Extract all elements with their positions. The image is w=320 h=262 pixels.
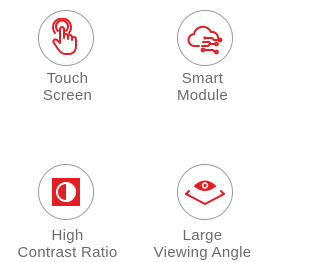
touch-hand-icon [52,18,77,55]
contrast-icon [52,178,80,206]
icon-circle [177,164,233,220]
cloud-network-icon [187,25,223,55]
label-line-2: Viewing Angle [153,244,252,261]
label-line-2: Module [177,87,228,104]
feature-label: Large Viewing Angle [135,227,270,261]
feature-large-viewing-angle: Large Viewing Angle [135,131,270,262]
feature-label: Touch Screen [0,70,135,104]
feature-label: Smart Module [135,70,270,104]
feature-high-contrast-ratio: High Contrast Ratio [0,131,135,262]
feature-touch-screen: Touch Screen [0,0,135,131]
label-line-1: Smart [181,70,224,87]
feature-label: High Contrast Ratio [0,227,135,261]
label-line-2: Screen [42,87,93,104]
feature-grid: Touch Screen Smart Module High Contrast … [0,0,270,262]
feature-smart-module: Smart Module [135,0,270,131]
icon-circle [38,10,94,66]
label-line-1: High [51,227,84,244]
icon-circle [38,164,94,220]
label-line-1: Touch [46,70,89,87]
label-line-1: Large [182,227,223,244]
icon-circle [177,10,233,66]
label-line-2: Contrast Ratio [17,244,118,261]
eye-viewing-angle-icon [185,180,225,205]
